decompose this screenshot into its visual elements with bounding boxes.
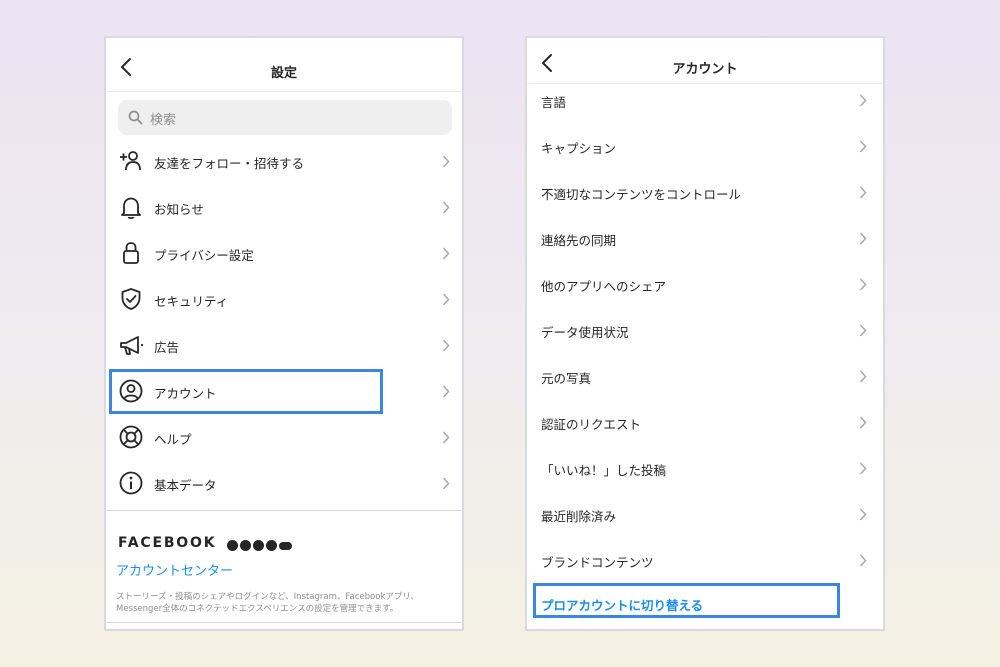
chevron-right-icon	[442, 293, 450, 306]
settings-item-ads[interactable]: 広告	[106, 322, 462, 368]
account-item-label: キャプション	[541, 141, 617, 156]
settings-item-label: プライバシー設定	[154, 248, 254, 263]
settings-screen: 設定 検索 友達をフォロー・招待する お知らせ プライバシー設定 セキュリティ …	[104, 36, 464, 631]
lock-icon	[123, 242, 139, 264]
chevron-right-icon	[442, 431, 450, 444]
account-item-branded-content[interactable]: ブランドコンテンツ	[527, 538, 883, 584]
account-item-original-photos[interactable]: 元の写真	[527, 354, 883, 400]
account-header: アカウント	[527, 38, 883, 84]
account-item-language[interactable]: 言語	[527, 78, 883, 124]
chevron-right-icon	[859, 508, 867, 521]
account-center-link[interactable]: アカウントセンター	[116, 560, 233, 579]
settings-item-label: お知らせ	[154, 202, 204, 217]
megaphone-icon	[120, 336, 143, 355]
settings-item-label: セキュリティ	[154, 294, 229, 309]
settings-item-notifications[interactable]: お知らせ	[106, 184, 462, 230]
account-screen: アカウント 言語 キャプション 不適切なコンテンツをコントロール 連絡先の同期 …	[525, 36, 885, 631]
instagram-icon	[253, 540, 264, 551]
account-item-sharing[interactable]: 他のアプリへのシェア	[527, 262, 883, 308]
account-item-verification[interactable]: 認証のリクエスト	[527, 400, 883, 446]
shield-icon	[121, 288, 141, 310]
account-item-contacts-sync[interactable]: 連絡先の同期	[527, 216, 883, 262]
settings-item-label: ヘルプ	[154, 432, 192, 447]
chevron-right-icon	[442, 339, 450, 352]
account-item-data-usage[interactable]: データ使用状況	[527, 308, 883, 354]
search-icon	[128, 110, 143, 125]
account-item-label: 最近削除済み	[541, 509, 617, 524]
account-item-label: 不適切なコンテンツをコントロール	[541, 187, 742, 202]
account-item-label: 言語	[541, 95, 567, 110]
meta-app-icons	[227, 535, 294, 551]
account-item-liked-posts[interactable]: 「いいね！」した投稿	[527, 446, 883, 492]
bell-icon	[121, 197, 141, 220]
chevron-right-icon	[442, 247, 450, 260]
info-icon	[119, 471, 143, 495]
account-item-captions[interactable]: キャプション	[527, 124, 883, 170]
account-item-label: 連絡先の同期	[541, 233, 617, 248]
chevron-right-icon	[859, 278, 867, 291]
chevron-right-icon	[859, 324, 867, 337]
account-center-description: ストーリーズ・投稿のシェアやログインなど、Instagram、Facebookア…	[116, 592, 419, 614]
account-item-label: 認証のリクエスト	[541, 417, 642, 432]
facebook-wordmark: FACEBOOK	[118, 535, 217, 551]
messenger-icon	[240, 540, 251, 551]
chevron-right-icon	[859, 554, 867, 567]
settings-item-label: 広告	[154, 340, 180, 355]
chevron-right-icon	[442, 155, 450, 168]
search-input[interactable]: 検索	[118, 100, 452, 135]
chevron-right-icon	[859, 416, 867, 429]
account-highlight-box	[109, 369, 383, 414]
chevron-right-icon	[859, 140, 867, 153]
section-divider	[106, 510, 462, 511]
settings-item-label: 基本データ	[154, 478, 217, 493]
account-item-label: データ使用状況	[541, 325, 629, 340]
pro-account-highlight-box	[533, 583, 840, 618]
settings-item-about[interactable]: 基本データ	[106, 460, 462, 506]
account-item-label: 元の写真	[541, 371, 592, 386]
facebook-icon	[227, 540, 238, 551]
settings-item-follow-invite[interactable]: 友達をフォロー・招待する	[106, 138, 462, 184]
chevron-right-icon	[442, 201, 450, 214]
account-item-label: 「いいね！」した投稿	[541, 463, 667, 478]
account-item-recently-deleted[interactable]: 最近削除済み	[527, 492, 883, 538]
chevron-right-icon	[859, 94, 867, 107]
whatsapp-icon	[266, 540, 277, 551]
settings-item-security[interactable]: セキュリティ	[106, 276, 462, 322]
page-title: アカウント	[672, 62, 738, 77]
settings-item-label: 友達をフォロー・招待する	[154, 156, 305, 171]
chevron-right-icon	[859, 370, 867, 383]
chevron-right-icon	[442, 385, 450, 398]
chevron-right-icon	[859, 232, 867, 245]
chevron-right-icon	[859, 462, 867, 475]
add-person-icon	[120, 151, 141, 171]
portal-icon	[279, 541, 292, 550]
chevron-right-icon	[442, 477, 450, 490]
settings-header: 設定	[106, 38, 462, 92]
chevron-right-icon	[859, 186, 867, 199]
search-placeholder: 検索	[150, 113, 177, 128]
account-item-label: ブランドコンテンツ	[541, 555, 654, 570]
account-item-sensitive-content[interactable]: 不適切なコンテンツをコントロール	[527, 170, 883, 216]
lifebuoy-icon	[119, 425, 143, 449]
settings-item-help[interactable]: ヘルプ	[106, 414, 462, 460]
account-item-label: 他のアプリへのシェア	[541, 279, 667, 294]
settings-item-privacy[interactable]: プライバシー設定	[106, 230, 462, 276]
bottom-divider	[106, 622, 462, 623]
page-title: 設定	[270, 66, 297, 81]
